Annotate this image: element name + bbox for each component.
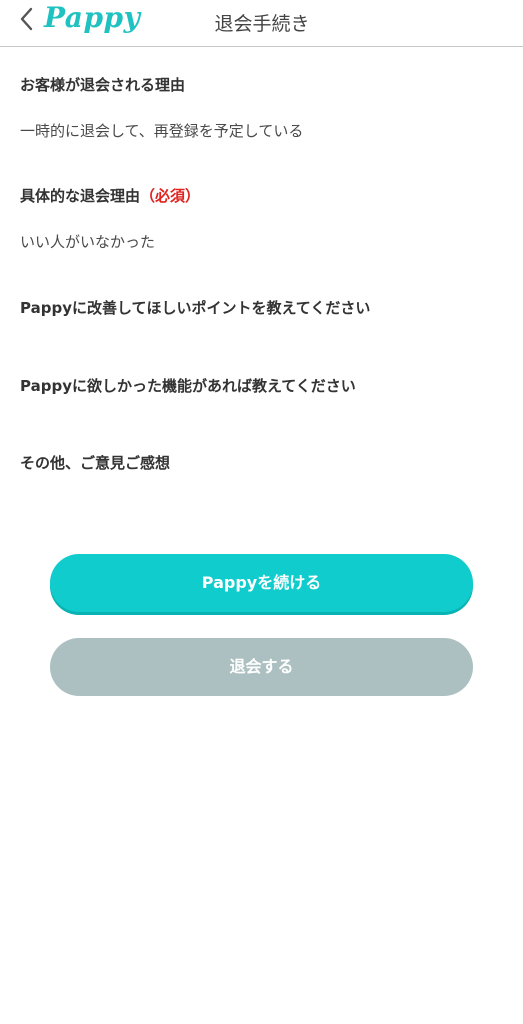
pappy-logo: Pappy [44,1,141,34]
improvement-label: Pappyに改善してほしいポイントを教えてください [20,299,371,317]
required-badge: （必須） [140,187,201,205]
continue-pappy-button[interactable]: Pappyを続ける [50,554,473,612]
detail-value[interactable]: いい人がいなかった [20,231,155,253]
feature-request-label: Pappyに欲しかった機能があれば教えてください [20,377,356,395]
withdraw-button[interactable]: 退会する [50,638,473,696]
other-comments-label: その他、ご意見ご感想 [20,454,171,472]
detail-label: 具体的な退会理由（必須） [20,185,200,207]
page-title: 退会手続き [214,13,310,35]
chevron-left-icon [20,7,33,31]
detail-label-text: 具体的な退会理由 [20,187,141,205]
top-bar: Pappy 退会手続き [0,0,523,47]
reason-value[interactable]: 一時的に退会して、再登録を予定している [20,120,303,142]
back-button[interactable] [16,6,38,32]
reason-label: お客様が退会される理由 [20,76,186,94]
